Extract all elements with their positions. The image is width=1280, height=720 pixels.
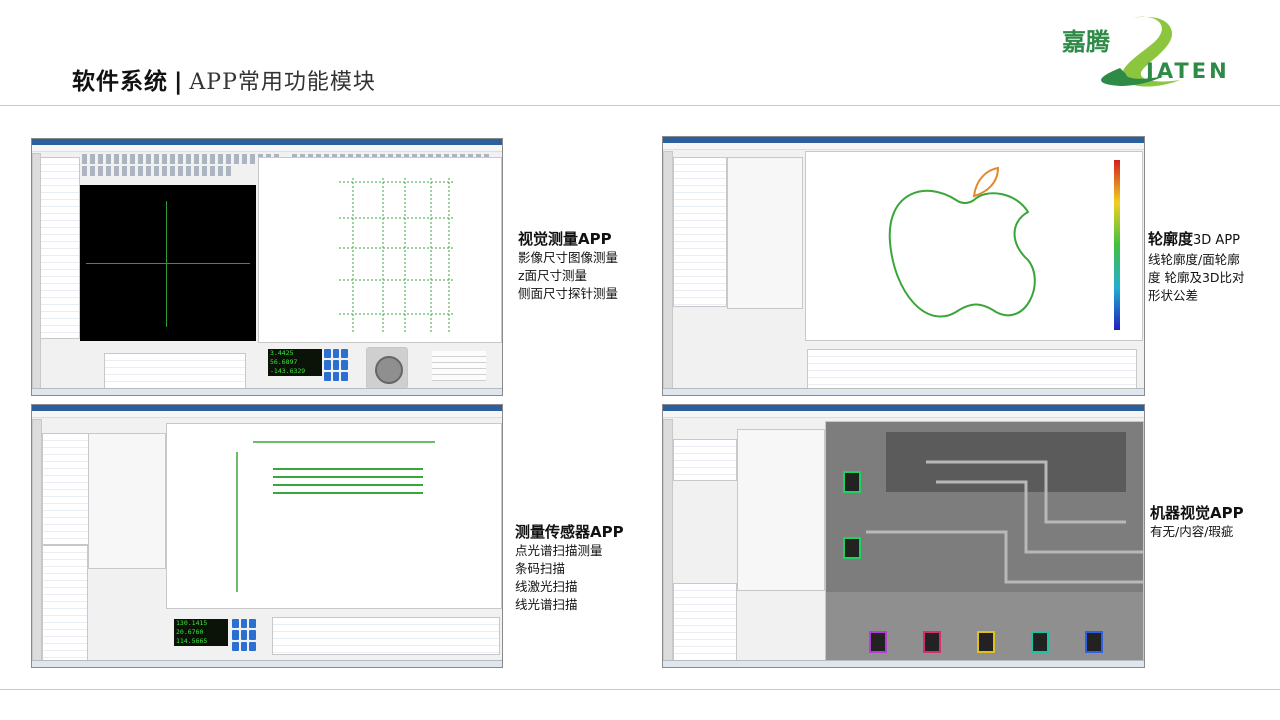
light-control-dial[interactable] — [366, 347, 408, 389]
jog-controls[interactable] — [324, 349, 348, 381]
dro-z-value: 114.5665 — [176, 637, 208, 645]
dro-y-value: 56.6897 — [270, 358, 298, 366]
program-list — [42, 545, 88, 665]
status-bar — [32, 660, 502, 667]
inspection-task-list — [673, 439, 737, 481]
measurement-sensor-screenshot: 130.1415 20.6760 114.5665 — [31, 404, 503, 668]
dro-readout: 130.1415 20.6760 114.5665 — [174, 619, 228, 646]
footer-divider — [0, 689, 1280, 690]
property-grid — [673, 583, 737, 661]
app-name: 轮廓度 — [1148, 230, 1194, 248]
app-feature: 影像尺寸图像测量 — [518, 250, 619, 265]
app-feature: z面尺寸测量 — [518, 268, 588, 283]
status-bar — [32, 388, 502, 395]
app-name: 视觉测量APP — [518, 230, 612, 248]
result-table — [104, 353, 246, 389]
app-feature: 条码扫描 — [515, 561, 566, 576]
app-feature: 线光谱扫描 — [515, 597, 578, 612]
side-tab-strip — [663, 151, 673, 395]
app-name-suffix: 3D APP — [1193, 233, 1241, 248]
jog-controls[interactable] — [232, 619, 256, 651]
parameter-panel — [727, 157, 803, 309]
contour-3d-screenshot — [662, 136, 1145, 396]
app-name: 机器视觉APP — [1150, 504, 1244, 522]
window-menubar — [32, 145, 502, 152]
header-divider — [0, 105, 1280, 106]
machine-vision-description: 机器视觉APP 有无/内容/瑕疵 — [1150, 503, 1244, 541]
logo-cn-text: 嘉腾 — [1062, 28, 1111, 56]
app-feature: 侧面尺寸探针测量 — [518, 286, 619, 301]
app-feature: 点光谱扫描测量 — [515, 543, 603, 558]
status-bar — [663, 388, 1144, 395]
scan-graphic-view — [166, 423, 502, 609]
contour-3d-description: 轮廓度3D APP 线轮廓度/面轮廓 度 轮廓及3D比对 形状公差 — [1148, 229, 1245, 305]
app-feature: 线轮廓度/面轮廓 — [1148, 252, 1240, 267]
scan-parameters — [88, 433, 166, 569]
3d-graphic-view — [805, 151, 1143, 341]
camera-image-view — [825, 421, 1144, 663]
page-title: 软件系统 | APP常用功能模块 — [72, 62, 376, 96]
vision-measurement-screenshot: 3.4425 56.6897 -143.6329 — [31, 138, 503, 396]
app-feature: 度 轮廓及3D比对 — [1148, 270, 1245, 285]
app-feature: 线激光扫描 — [515, 579, 578, 594]
logo-en-text: JATEN — [1144, 59, 1230, 83]
title-main: 软件系统 — [72, 69, 168, 95]
dro-x-value: 130.1415 — [176, 619, 208, 627]
app-name: 测量传感器APP — [515, 523, 624, 541]
inspection-parameters — [737, 429, 825, 591]
dro-x-value: 3.4425 — [270, 349, 294, 357]
machine-vision-screenshot — [662, 404, 1145, 668]
jaten-logo: 嘉腾 JATEN — [1062, 16, 1230, 87]
result-table — [807, 349, 1137, 391]
drawing-toolbar-2 — [82, 166, 232, 176]
camera-view — [80, 185, 256, 341]
dro-y-value: 20.6760 — [176, 628, 204, 636]
result-table — [272, 617, 500, 655]
dro-z-value: -143.6329 — [270, 367, 306, 375]
window-menubar — [32, 411, 502, 418]
title-separator: | — [174, 69, 184, 95]
measurement-sensor-description: 测量传感器APP 点光谱扫描测量 条码扫描 线激光扫描 线光谱扫描 — [515, 522, 624, 614]
status-bar — [663, 660, 1144, 667]
app-feature: 形状公差 — [1148, 288, 1199, 303]
feature-list-panel — [40, 157, 80, 339]
dro-readout: 3.4425 56.6897 -143.6329 — [268, 349, 322, 376]
side-tab-strip — [32, 153, 41, 395]
drawing-toolbar — [82, 154, 282, 164]
window-menubar — [663, 143, 1144, 150]
side-tab-strip — [663, 419, 673, 667]
side-tab-strip — [32, 419, 42, 667]
vision-measurement-description: 视觉测量APP 影像尺寸图像测量 z面尺寸测量 侧面尺寸探针测量 — [518, 229, 618, 303]
cad-graphic-view — [258, 157, 502, 343]
settings-fields — [432, 351, 486, 381]
app-feature: 有无/内容/瑕疵 — [1150, 524, 1234, 539]
window-menubar — [663, 411, 1144, 418]
title-subtitle: APP常用功能模块 — [189, 70, 376, 95]
feature-list-panel — [673, 157, 727, 307]
